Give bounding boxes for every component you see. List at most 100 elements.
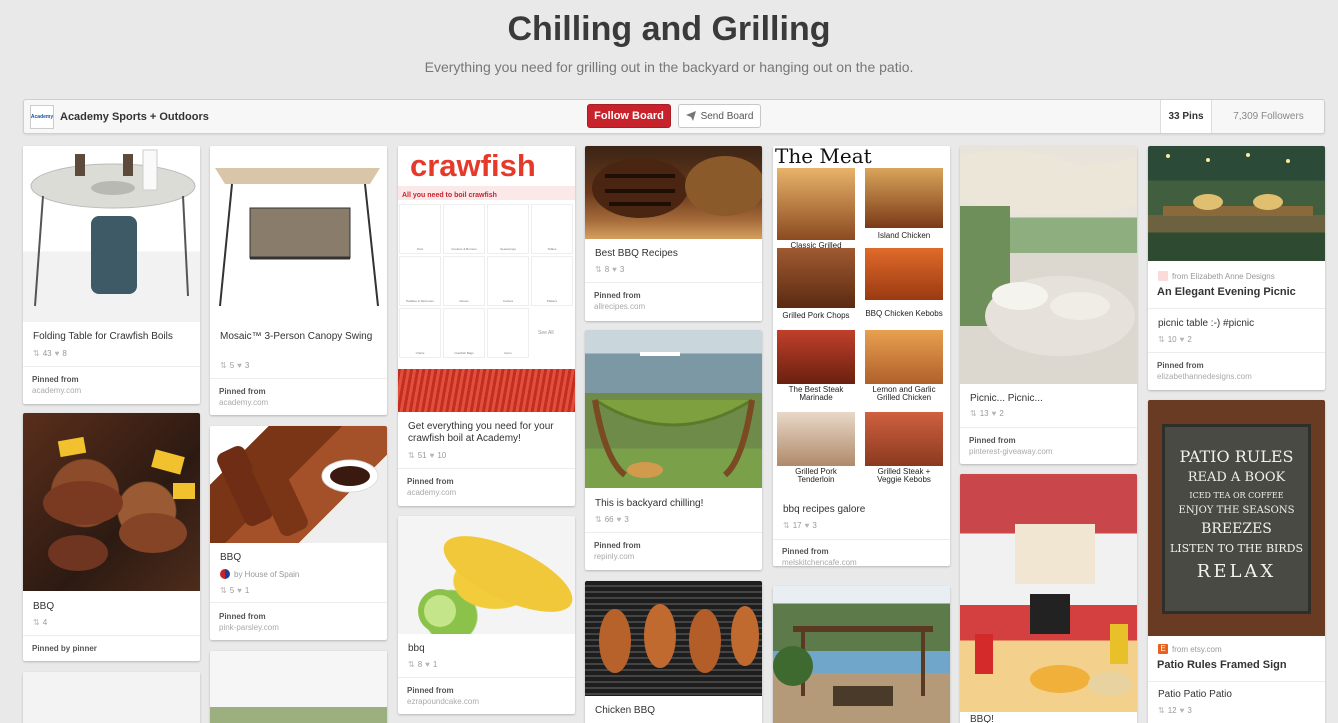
repin-icon: ⇅ bbox=[408, 451, 415, 460]
product-tile[interactable]: Chairs bbox=[399, 308, 441, 358]
sign-line: READ A BOOK bbox=[1187, 470, 1286, 485]
pin-image[interactable] bbox=[773, 586, 950, 723]
product-tile[interactable]: Gloves bbox=[443, 256, 485, 306]
pin-image[interactable] bbox=[210, 651, 387, 723]
pinned-from-label: Pinned from bbox=[407, 686, 454, 695]
pin-image[interactable] bbox=[960, 474, 1137, 712]
recipe-tile[interactable]: Grilled Steak + Veggie Kebobs bbox=[865, 412, 943, 484]
product-tile[interactable]: Crawfish Bags bbox=[443, 308, 485, 358]
pin-card[interactable]: crawfish All you need to boil crawfish P… bbox=[398, 146, 575, 506]
sign-line: RELAX bbox=[1196, 561, 1277, 582]
product-tile[interactable]: Seasonings bbox=[487, 204, 529, 254]
product-tile[interactable]: Pots bbox=[399, 204, 441, 254]
product-tile[interactable]: Items bbox=[487, 308, 529, 358]
recipe-tile[interactable]: The Best Steak Marinade bbox=[777, 330, 855, 402]
pin-image[interactable] bbox=[398, 516, 575, 634]
pin-image[interactable] bbox=[585, 146, 762, 239]
pinned-from-source[interactable]: allrecipes.com bbox=[594, 302, 645, 311]
pin-via-text[interactable]: from etsy.com bbox=[1172, 645, 1222, 654]
product-tile[interactable]: Cookers & Burners bbox=[443, 204, 485, 254]
pin-image[interactable] bbox=[210, 146, 387, 322]
repin-count: 10 bbox=[1167, 335, 1177, 344]
pin-card[interactable]: The Meat Classic Grilled Burgers Island … bbox=[773, 146, 950, 566]
repin-count: 12 bbox=[1167, 706, 1177, 715]
pinned-from-source[interactable]: academy.com bbox=[219, 398, 268, 407]
pinned-from-source[interactable]: melskitchencafe.com bbox=[782, 558, 857, 566]
pin-card[interactable]: This is backyard chilling! ⇅ 66 ♥ 3 Pinned… bbox=[585, 330, 762, 570]
pinned-from-source[interactable]: academy.com bbox=[407, 488, 456, 497]
like-count: 3 bbox=[624, 515, 629, 524]
divider bbox=[210, 602, 387, 603]
send-board-button[interactable]: Send Board bbox=[678, 104, 761, 128]
pins-count-tab[interactable]: 33 Pins bbox=[1160, 100, 1212, 133]
pin-card[interactable]: BBQ by House of Spain ⇅ 5 ♥ 1 Pinned from … bbox=[210, 426, 387, 640]
product-tile[interactable]: Coolers bbox=[487, 256, 529, 306]
like-count: 10 bbox=[437, 451, 447, 460]
owner-name[interactable]: Academy Sports + Outdoors bbox=[60, 111, 209, 123]
pinned-from-source[interactable]: repinly.com bbox=[594, 552, 634, 561]
divider bbox=[398, 677, 575, 678]
pin-image[interactable] bbox=[210, 426, 387, 543]
crawfish-subheadline: All you need to boil crawfish bbox=[402, 192, 497, 199]
pin-image[interactable]: crawfish All you need to boil crawfish P… bbox=[398, 146, 575, 412]
repin-count: 13 bbox=[979, 409, 989, 418]
followers-count-tab[interactable]: 7,309 Followers bbox=[1212, 100, 1325, 133]
pin-card[interactable]: Chicken BBQ bbox=[585, 581, 762, 723]
like-count: 3 bbox=[812, 521, 817, 530]
board-owner[interactable]: Academy Academy Sports + Outdoors bbox=[30, 105, 209, 129]
pin-image[interactable] bbox=[960, 146, 1137, 384]
pinned-from-source[interactable]: ezrapoundcake.com bbox=[407, 697, 479, 706]
product-tile[interactable]: Paddles & Skimmers bbox=[399, 256, 441, 306]
heart-icon: ♥ bbox=[237, 586, 242, 595]
pin-card[interactable]: BBQ ⇅ 4 Pinned by pinner bbox=[23, 413, 200, 661]
product-label: Items bbox=[504, 351, 512, 355]
pin-card[interactable] bbox=[773, 586, 950, 723]
product-tile[interactable]: Tables bbox=[531, 204, 573, 254]
pin-card[interactable]: Best BBQ Recipes ⇅ 8 ♥ 3 Pinned from allre… bbox=[585, 146, 762, 321]
product-tile[interactable]: Platters bbox=[531, 256, 573, 306]
pin-image[interactable]: PATIO RULES READ A BOOK ICED TEA OR COFF… bbox=[1148, 400, 1325, 636]
like-count: 2 bbox=[1187, 335, 1192, 344]
pin-card[interactable]: bbq ⇅ 8 ♥ 1 Pinned from ezrapoundcake.com bbox=[398, 516, 575, 714]
pin-card[interactable]: PATIO RULES READ A BOOK ICED TEA OR COFF… bbox=[1148, 400, 1325, 723]
pin-card[interactable] bbox=[23, 672, 200, 723]
pin-via-text[interactable]: by House of Spain bbox=[234, 570, 299, 579]
pin-rich-title[interactable]: An Elegant Evening Picnic bbox=[1157, 286, 1296, 298]
pinned-from-source[interactable]: pinterest-giveaway.com bbox=[969, 447, 1052, 456]
recipe-tile[interactable]: Grilled Pork Tenderloin bbox=[777, 412, 855, 484]
pin-image[interactable] bbox=[23, 146, 200, 322]
recipe-label: Grilled Pork Tenderloin bbox=[795, 467, 837, 484]
owner-avatar[interactable]: Academy bbox=[30, 105, 54, 129]
pin-card[interactable]: BBQ! bbox=[960, 474, 1137, 723]
pin-card[interactable] bbox=[210, 651, 387, 723]
recipe-tile[interactable]: Island Chicken bbox=[865, 168, 943, 240]
pin-via-text[interactable]: from Elizabeth Anne Designs bbox=[1172, 272, 1275, 281]
crawfish-photo bbox=[398, 369, 575, 412]
recipe-tile[interactable]: Classic Grilled Burgers bbox=[777, 168, 855, 258]
heart-icon: ♥ bbox=[991, 409, 997, 418]
pinned-from-source[interactable]: pink-parsley.com bbox=[219, 623, 279, 632]
product-label: Chairs bbox=[415, 351, 425, 355]
pin-image[interactable]: The Meat Classic Grilled Burgers Island … bbox=[773, 146, 950, 494]
pin-image[interactable] bbox=[23, 413, 200, 591]
pin-image[interactable] bbox=[1148, 146, 1325, 261]
heart-icon: ♥ bbox=[425, 660, 430, 669]
pin-card[interactable]: Mosaic™ 3-Person Canopy Swing ⇅ 5 ♥ 3 Pinn… bbox=[210, 146, 387, 415]
pin-image[interactable] bbox=[23, 672, 200, 723]
divider bbox=[210, 378, 387, 379]
pinned-from-source[interactable]: elizabethannedesigns.com bbox=[1157, 372, 1252, 381]
follow-board-button[interactable]: Follow Board bbox=[587, 104, 671, 128]
user-avatar-icon bbox=[220, 569, 230, 579]
pin-card[interactable]: Folding Table for Crawfish Boils ⇅ 43 ♥ 8 … bbox=[23, 146, 200, 404]
recipe-tile[interactable]: Lemon and Garlic Grilled Chicken bbox=[865, 330, 943, 402]
pin-image[interactable] bbox=[585, 581, 762, 696]
pin-card[interactable]: Picnic... Picnic... ⇅ 13 ♥ 2 Pinned from p… bbox=[960, 146, 1137, 464]
pin-image[interactable] bbox=[585, 330, 762, 488]
pin-rich-title[interactable]: Patio Rules Framed Sign bbox=[1157, 659, 1287, 671]
pinned-from-source[interactable]: academy.com bbox=[32, 386, 81, 395]
recipe-tile[interactable]: BBQ Chicken Kebobs bbox=[865, 248, 943, 318]
see-all-link[interactable]: See All bbox=[538, 330, 554, 336]
recipe-tile[interactable]: Grilled Pork Chops bbox=[777, 248, 855, 320]
pin-card[interactable]: from Elizabeth Anne Designs An Elegant E… bbox=[1148, 146, 1325, 390]
pinned-from-label: Pinned from bbox=[969, 436, 1016, 445]
